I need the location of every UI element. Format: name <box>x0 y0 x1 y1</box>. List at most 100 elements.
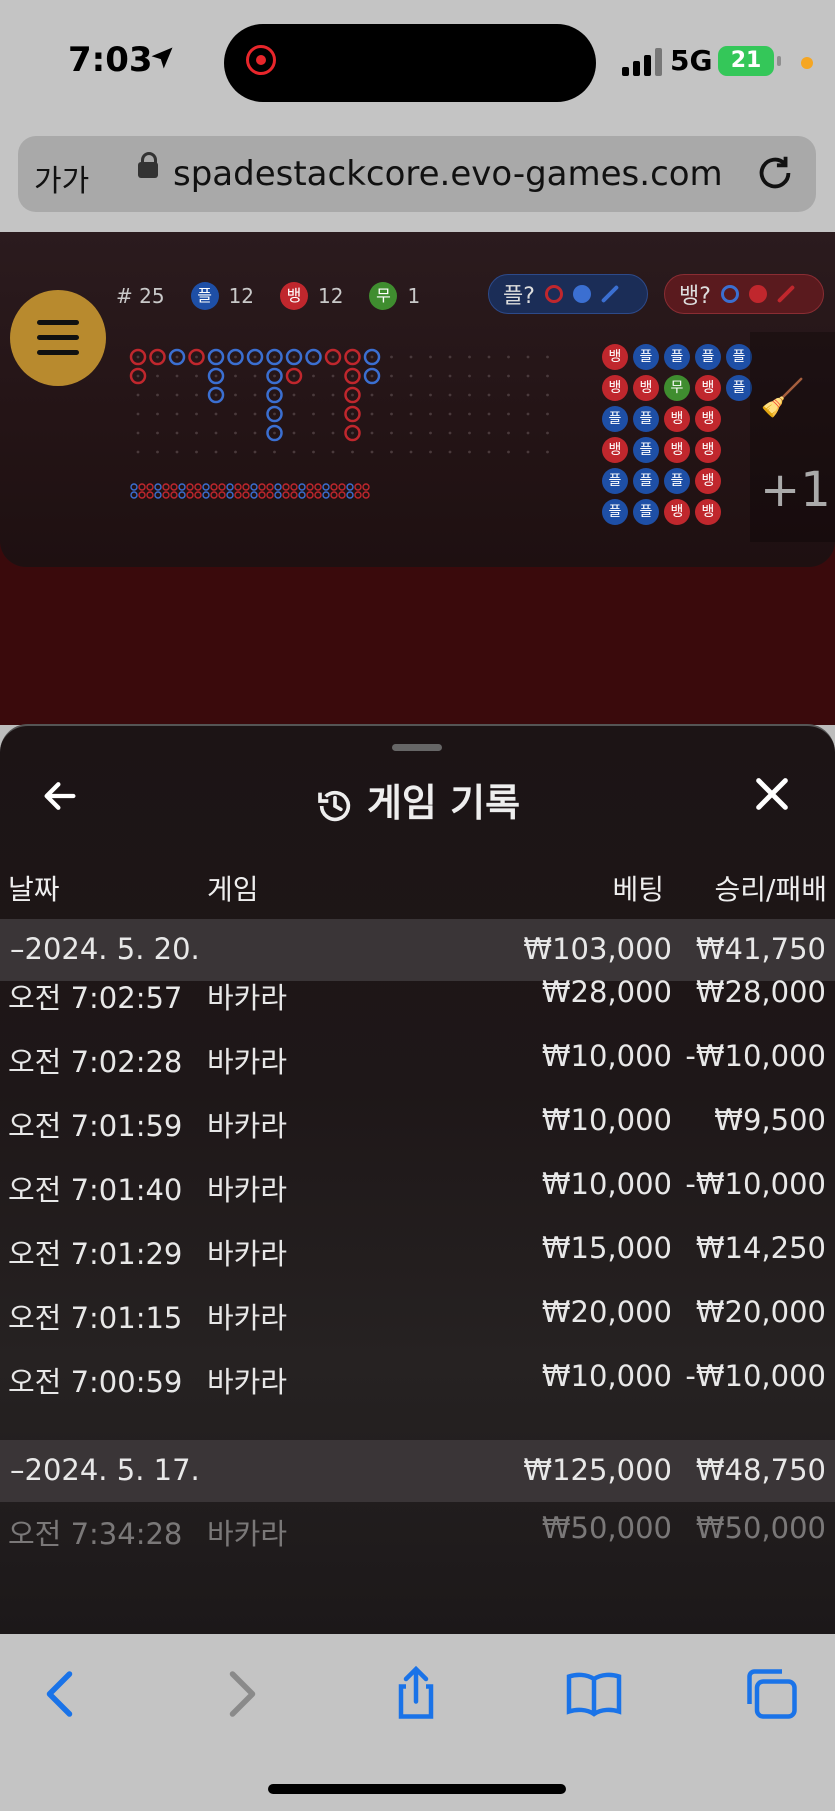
row-game: 바카라 <box>207 1109 288 1143</box>
player-count: 12 <box>228 284 255 308</box>
bead-road-cell: 플 <box>633 499 659 525</box>
date-group-row[interactable]: –2024. 5. 20. ₩103,000 ₩41,750 <box>0 919 835 981</box>
bead-road-cell: 플 <box>726 344 752 370</box>
sheet-title-text: 게임 기록 <box>366 781 521 825</box>
bead-road-cell: 플 <box>695 344 721 370</box>
url-text[interactable]: spadestackcore.evo-games.com <box>173 154 723 194</box>
network-type: 5G <box>670 44 713 77</box>
bead-road-cell: 플 <box>602 468 628 494</box>
bead-road-cell: 뱅 <box>664 437 690 463</box>
row-game: 바카라 <box>207 981 288 1015</box>
row-bet: ₩28,000 <box>541 975 672 1009</box>
big-road-grid <box>129 348 549 499</box>
row-bet: ₩15,000 <box>541 1231 672 1265</box>
row-bet: ₩10,000 <box>541 1167 672 1201</box>
row-time: 오전 7:01:59 <box>8 1109 183 1143</box>
bead-road-cell: 뱅 <box>695 406 721 432</box>
round-stats: # 25 플 12 뱅 12 무 1 <box>116 282 420 310</box>
status-bar: 7:03 5G 21 <box>0 0 835 120</box>
bead-road-cell: 플 <box>633 406 659 432</box>
bead-road-cell: 뱅 <box>664 499 690 525</box>
group-total-bet: ₩103,000 <box>523 932 672 966</box>
menu-button[interactable] <box>10 290 106 386</box>
row-time: 오전 7:01:29 <box>8 1237 183 1271</box>
browser-toolbar <box>0 1634 835 1811</box>
row-result: ₩50,000 <box>695 1511 826 1545</box>
battery-icon: 21 <box>718 46 781 76</box>
browser-address-area: 가가 spadestackcore.evo-games.com <box>0 120 835 232</box>
tie-badge: 무 <box>369 282 398 310</box>
date-group-row[interactable]: –2024. 5. 17. ₩125,000 ₩48,750 <box>0 1440 835 1502</box>
player-predict-label: 플? <box>503 284 535 309</box>
group-total-result: ₩48,750 <box>695 1453 826 1487</box>
player-badge: 플 <box>190 282 219 310</box>
row-result: ₩20,000 <box>695 1295 826 1329</box>
row-time: 오전 7:34:28 <box>8 1517 183 1551</box>
broom-icon[interactable]: 🧹 <box>760 377 805 419</box>
col-header-bet[interactable]: 베팅 <box>560 868 664 908</box>
close-icon[interactable] <box>752 774 792 814</box>
group-total-bet: ₩125,000 <box>523 1453 672 1487</box>
bead-road-cell: 뱅 <box>602 375 628 401</box>
privacy-indicator-dot <box>801 57 813 69</box>
row-result: -₩10,000 <box>685 1039 826 1073</box>
forward-icon[interactable] <box>210 1664 270 1724</box>
col-header-win-loss[interactable]: 승리/패배 <box>690 868 827 908</box>
bookmarks-icon[interactable] <box>564 1664 624 1724</box>
bead-road-cell: 뱅 <box>695 468 721 494</box>
text-size-button[interactable]: 가가 <box>34 156 89 200</box>
bead-road-cell: 플 <box>633 344 659 370</box>
row-result: -₩10,000 <box>685 1359 826 1393</box>
bead-road-cell: 플 <box>726 375 752 401</box>
row-result: ₩9,500 <box>714 1103 826 1137</box>
bead-road-cell: 무 <box>664 375 690 401</box>
bead-road-cell: 뱅 <box>602 344 628 370</box>
cellular-signal-icon <box>622 46 664 76</box>
row-time: 오전 7:00:59 <box>8 1365 183 1399</box>
row-game: 바카라 <box>207 1365 288 1399</box>
predict-big-eye-icon <box>748 285 767 303</box>
row-bet: ₩20,000 <box>541 1295 672 1329</box>
home-indicator <box>268 1784 566 1794</box>
row-game: 바카라 <box>207 1517 288 1551</box>
plus-one-button[interactable]: +1 <box>760 462 831 518</box>
row-result: -₩10,000 <box>685 1167 826 1201</box>
round-number: # 25 <box>116 284 165 308</box>
row-bet: ₩10,000 <box>541 1359 672 1393</box>
location-arrow-icon <box>148 44 176 79</box>
banker-predict-button[interactable]: 뱅? <box>664 274 824 314</box>
screen-recording-icon <box>246 45 276 75</box>
banker-badge: 뱅 <box>280 282 309 310</box>
tabs-icon[interactable] <box>742 1664 802 1724</box>
history-icon <box>318 790 351 821</box>
row-bet: ₩10,000 <box>541 1103 672 1137</box>
group-date: –2024. 5. 20. <box>10 932 200 966</box>
share-icon[interactable] <box>386 1664 446 1724</box>
row-game: 바카라 <box>207 1173 288 1207</box>
bead-road-cell: 뱅 <box>695 375 721 401</box>
col-header-game[interactable]: 게임 <box>207 868 259 908</box>
sheet-title: 게임 기록 <box>0 772 835 827</box>
row-time: 오전 7:02:57 <box>8 981 183 1015</box>
scoreboard: # 25 플 12 뱅 12 무 1 플? 뱅? 뱅플플플플뱅뱅무뱅플플플뱅뱅뱅… <box>0 232 835 567</box>
bead-road-cell: 뱅 <box>633 375 659 401</box>
back-icon[interactable] <box>32 1664 92 1724</box>
player-predict-button[interactable]: 플? <box>488 274 648 314</box>
reload-icon[interactable] <box>752 150 798 196</box>
row-result: ₩28,000 <box>695 975 826 1009</box>
bead-road-cell: 플 <box>633 437 659 463</box>
row-game: 바카라 <box>207 1301 288 1335</box>
row-bet: ₩50,000 <box>541 1511 672 1545</box>
row-time: 오전 7:01:15 <box>8 1301 183 1335</box>
sheet-drag-handle[interactable] <box>392 744 442 751</box>
col-header-date[interactable]: 날짜 <box>8 868 60 908</box>
bead-road-cell: 플 <box>602 406 628 432</box>
bead-road-cell: 플 <box>602 499 628 525</box>
lock-icon <box>138 152 158 178</box>
bead-road-cell: 뱅 <box>664 406 690 432</box>
address-bar[interactable]: 가가 spadestackcore.evo-games.com <box>18 136 816 212</box>
bead-road-cell: 플 <box>664 468 690 494</box>
game-history-sheet: 게임 기록 날짜 게임 베팅 승리/패배 –2024. 5. 20. ₩103,… <box>0 724 835 1636</box>
game-area: # 25 플 12 뱅 12 무 1 플? 뱅? 뱅플플플플뱅뱅무뱅플플플뱅뱅뱅… <box>0 232 835 725</box>
bead-road-cell: 플 <box>633 468 659 494</box>
